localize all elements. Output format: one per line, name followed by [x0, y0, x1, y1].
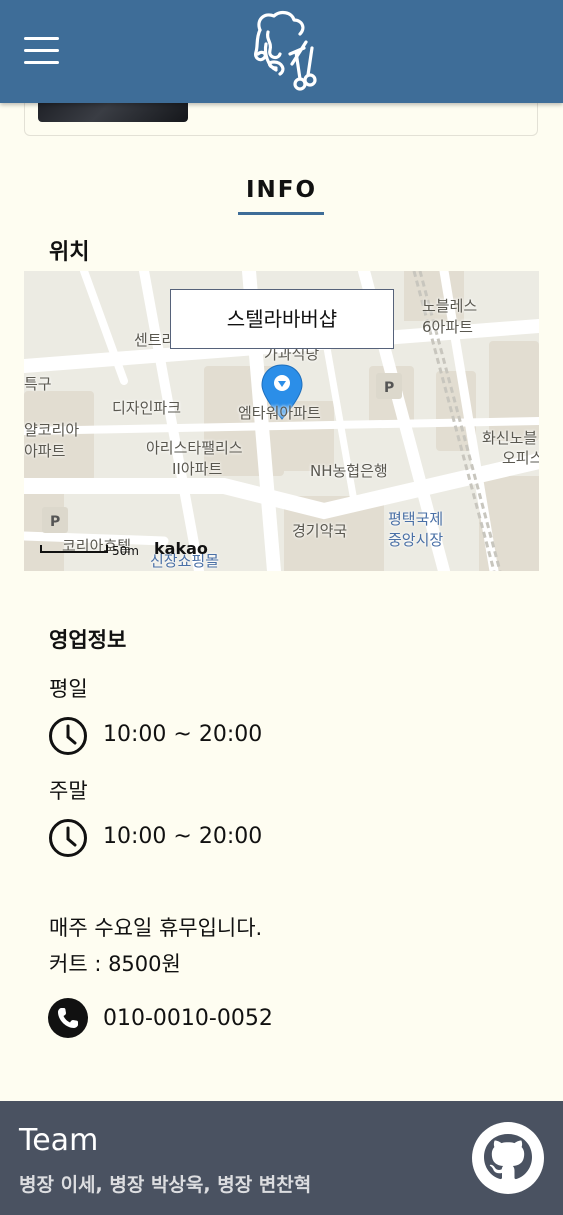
map-scale-text: 50m [112, 544, 139, 558]
phone-icon[interactable] [48, 998, 88, 1038]
info-section-title: INFO [245, 177, 318, 203]
map-label: 경기약국 [292, 522, 348, 540]
map-provider-logo[interactable]: kakao [154, 539, 208, 558]
map-label: 특구 [24, 375, 52, 393]
weekend-label: 주말 [49, 779, 88, 803]
map-label: NH농협은행 [310, 462, 388, 480]
map-label: 아파트 [24, 442, 66, 460]
clock-icon [49, 819, 87, 857]
map-label: 디자인파크 [112, 399, 182, 417]
closed-day-note: 매주 수요일 휴무입니다. [49, 916, 263, 940]
map-label: 오피스 [502, 449, 539, 467]
weekday-hours: 10:00 ~ 20:00 [103, 722, 263, 747]
weekend-hours: 10:00 ~ 20:00 [103, 824, 263, 849]
phone-number[interactable]: 010-0010-0052 [103, 1006, 273, 1031]
top-header [0, 0, 563, 103]
map-scale-bar [40, 545, 108, 553]
map-label: 아리스타팰리스 [146, 439, 243, 457]
svg-text:P: P [50, 514, 60, 530]
github-icon[interactable] [472, 1122, 544, 1194]
map-label: 화신노블 [482, 429, 538, 447]
map-shop-infobox[interactable]: 스텔라바버샵 [170, 289, 394, 349]
parking-icon: P [376, 373, 402, 399]
team-members: 병장 이세, 병장 박상욱, 병장 변찬혁 [19, 1174, 312, 1196]
map-label: 6아파트 [422, 318, 473, 336]
cut-price: 커트 : 8500원 [49, 952, 181, 976]
info-title-underline [238, 212, 324, 215]
location-label: 위치 [49, 240, 90, 265]
svg-text:P: P [384, 380, 394, 396]
map-label: 중앙시장 [388, 531, 444, 549]
hamburger-menu-icon[interactable] [24, 37, 59, 65]
parking-icon: P [42, 507, 68, 533]
location-map[interactable]: P P 센트라 노블레스 6아파트 가과식당 특구 디자인파크 엠타워아파트 얄… [24, 271, 539, 571]
business-info-label: 영업정보 [49, 628, 127, 652]
map-label: II아파트 [172, 460, 223, 478]
map-label: 엠타워아파트 [238, 404, 321, 422]
barber-scissors-logo[interactable] [246, 8, 318, 96]
clock-icon [49, 717, 87, 755]
footer-title: Team [19, 1123, 99, 1158]
map-label: 평택국제 [388, 510, 444, 528]
map-label: 노블레스 [422, 297, 478, 315]
footer: Team 병장 이세, 병장 박상욱, 병장 변찬혁 [0, 1101, 563, 1215]
map-label: 얄코리아 [24, 421, 80, 439]
weekday-label: 평일 [49, 677, 88, 701]
